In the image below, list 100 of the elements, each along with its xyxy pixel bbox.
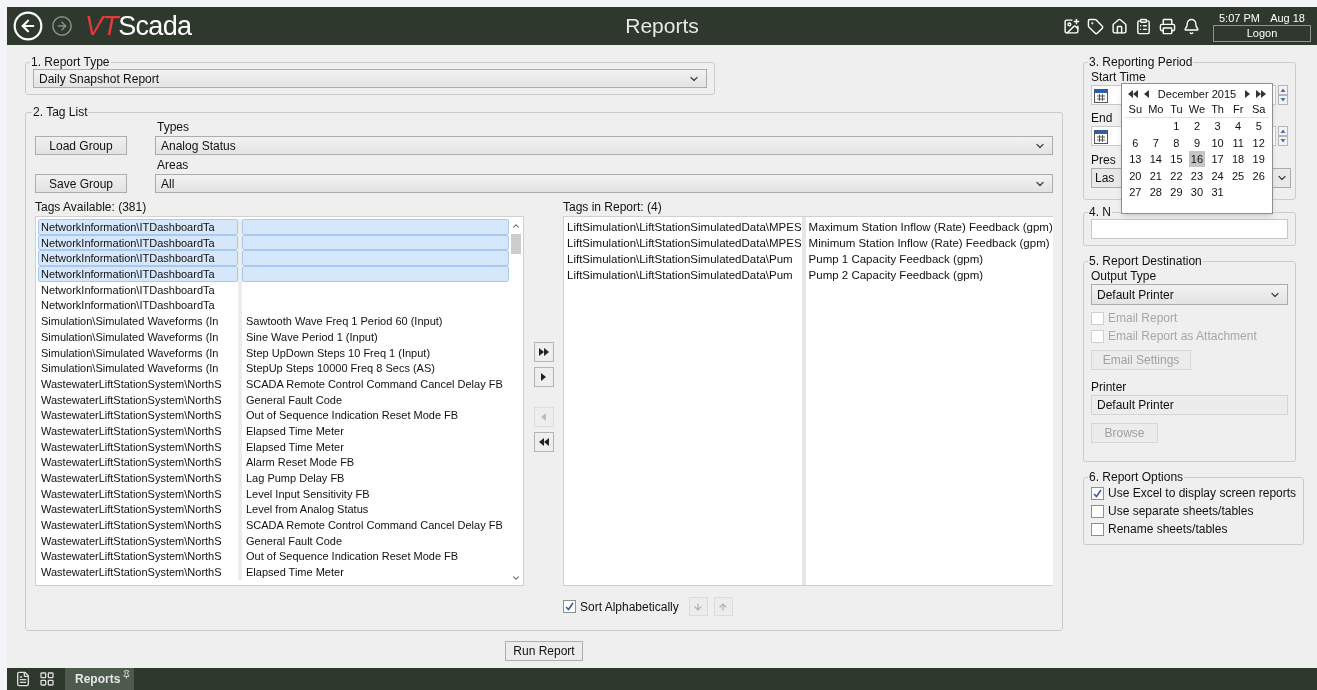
panel-title: 5. Report Destination [1088,254,1203,268]
calendar-day[interactable]: 20 [1127,167,1144,184]
table-cell[interactable]: WastewaterLiftStationSystem\NorthS [38,438,238,455]
calendar-day[interactable]: 31 [1209,184,1226,201]
table-cell[interactable]: NetworkInformation\ITDashboardTa [38,266,238,282]
table-cell[interactable]: Sawtooth Wave Freq 1 Period 60 (Input) [242,313,509,329]
table-cell[interactable]: LiftSimulation\LiftStationSimulatedData\Pum [567,268,802,284]
dropdown[interactable]: Default Printer [1091,284,1288,305]
table-cell[interactable]: SCADA Remote Control Command Cancel Delay FB [242,517,509,533]
calendar-day[interactable]: 12 [1250,134,1267,151]
logon-button[interactable]: Logon [1213,24,1311,42]
table-cell[interactable]: WastewaterLiftStationSystem\NorthS [38,532,238,549]
calendar-day[interactable]: 19 [1250,151,1267,168]
table-cell[interactable]: Lag Pump Delay FB [242,470,509,486]
calendar-day[interactable]: 14 [1147,151,1165,168]
table-cell[interactable]: WastewaterLiftStationSystem\NorthS [38,485,238,502]
field-label: Start Time [1091,69,1146,85]
calendar-day[interactable]: 6 [1127,134,1144,151]
checkbox-label: Rename sheets/tables [1108,521,1228,538]
table-cell[interactable]: WastewaterLiftStationSystem\NorthS [38,501,238,518]
calendar-day[interactable]: 26 [1250,167,1267,184]
weekday-label: Tu [1169,102,1184,117]
calendar-day[interactable]: 30 [1188,184,1206,201]
calendar-day[interactable]: 18 [1229,151,1247,168]
table-cell[interactable]: Pump 2 Capacity Feedback (gpm) [808,268,1053,284]
calendar-day[interactable]: 3 [1209,118,1226,135]
run-report-button[interactable]: Run Report [505,641,583,661]
calendar-day[interactable]: 11 [1229,134,1247,151]
table-cell[interactable]: StepUp Steps 10000 Freq 8 Secs (AS) [242,360,509,376]
table-cell[interactable]: WastewaterLiftStationSystem\NorthS [38,454,238,470]
table-cell[interactable]: Simulation\Simulated Waveforms (In [38,344,238,361]
table-cell[interactable]: Simulation\Simulated Waveforms (In [38,328,238,345]
weekday-label: Th [1210,102,1225,117]
calendar-day[interactable]: 29 [1168,184,1185,201]
panel-title: 1. Report Type [30,55,111,69]
table-cell[interactable]: Alarm Reset Mode FB [242,454,509,470]
table-cell[interactable]: Simulation\Simulated Waveforms (In [38,313,238,329]
calendar-day[interactable]: 8 [1168,134,1185,151]
taskbar-tab[interactable]: Reports [65,668,135,690]
logo: VTScada [85,12,192,40]
calendar-day[interactable]: 27 [1127,184,1144,201]
calendar-month[interactable]: December 2015 [1157,85,1237,103]
table-cell[interactable]: LiftSimulation\LiftStationSimulatedData\MPES [567,236,802,252]
calendar-day[interactable]: 17 [1209,151,1226,168]
table-cell[interactable]: SCADA Remote Control Command Cancel Delay FB [242,375,509,392]
table-cell[interactable]: NetworkInformation\ITDashboardTa [38,297,238,314]
calendar-day[interactable]: 15 [1168,151,1185,168]
table-cell[interactable]: WastewaterLiftStationSystem\NorthS [38,517,238,533]
table-cell[interactable]: WastewaterLiftStationSystem\NorthS [38,564,238,580]
calendar-day[interactable]: 21 [1147,167,1165,184]
save-group-button[interactable]: Save Group [35,174,127,193]
table-cell[interactable]: NetworkInformation\ITDashboardTa [38,281,238,298]
table-cell[interactable]: Maximum Station Inflow (Rate) Feedback (gpm) [808,220,1053,236]
load-group-button[interactable]: Load Group [35,136,127,155]
table-cell[interactable]: WastewaterLiftStationSystem\NorthS [38,375,238,392]
calendar-day[interactable]: 9 [1188,134,1206,151]
table-cell[interactable]: Out of Sequence Indication Reset Mode FB [242,548,509,565]
dropdown[interactable]: All [155,174,1053,193]
table-cell[interactable]: Elapsed Time Meter [242,438,509,455]
table-cell[interactable]: Sine Wave Period 1 (Input) [242,328,509,345]
calendar-day[interactable]: 24 [1209,167,1226,184]
dropdown[interactable]: Daily Snapshot Report [33,69,707,88]
calendar-day[interactable]: 10 [1209,134,1226,151]
calendar-day[interactable]: 13 [1127,151,1144,168]
table-cell[interactable]: NetworkInformation\ITDashboardTa [38,250,238,267]
table-cell[interactable]: WastewaterLiftStationSystem\NorthS [38,407,238,423]
calendar-day[interactable]: 28 [1147,184,1165,201]
calendar-day[interactable]: 5 [1250,118,1267,135]
table-cell[interactable]: WastewaterLiftStationSystem\NorthS [38,470,238,486]
list-heading: Tags in Report: (4) [563,199,663,215]
table-cell[interactable]: WastewaterLiftStationSystem\NorthS [38,422,238,439]
table-cell[interactable]: Simulation\Simulated Waveforms (In [38,360,238,376]
table-cell[interactable]: Pump 1 Capacity Feedback (gpm) [808,252,1053,268]
calendar-day[interactable]: 23 [1188,167,1206,184]
table-cell[interactable]: Level from Analog Status [242,501,509,518]
checkbox-label: Use Excel to display screen reports [1108,485,1297,502]
table-cell[interactable]: Elapsed Time Meter [242,564,509,580]
calendar-day[interactable]: 1 [1168,118,1185,135]
calendar-day[interactable]: 4 [1229,118,1247,135]
printer-field[interactable]: Default Printer [1091,395,1288,415]
table-cell[interactable]: WastewaterLiftStationSystem\NorthS [38,391,238,408]
table-cell[interactable]: WastewaterLiftStationSystem\NorthS [38,548,238,565]
calendar-day[interactable]: 7 [1147,134,1165,151]
calendar-day[interactable]: 25 [1229,167,1247,184]
table-cell[interactable]: NetworkInformation\ITDashboardTa [38,219,238,235]
table-cell[interactable]: General Fault Code [242,391,509,408]
table-cell[interactable]: Elapsed Time Meter [242,422,509,439]
table-cell[interactable]: Out of Sequence Indication Reset Mode FB [242,407,509,423]
panel-title: 3. Reporting Period [1088,55,1194,69]
table-cell[interactable]: General Fault Code [242,532,509,549]
calendar-day[interactable]: 22 [1168,167,1185,184]
table-cell[interactable]: LiftSimulation\LiftStationSimulatedData\Pum [567,252,802,268]
table-cell[interactable]: LiftSimulation\LiftStationSimulatedData\MPES [567,220,802,236]
table-cell[interactable]: Level Input Sensitivity FB [242,485,509,502]
calendar-day[interactable]: 16 [1188,151,1206,168]
dropdown[interactable]: Analog Status [155,136,1053,155]
calendar-day[interactable]: 2 [1188,118,1206,135]
panel-title: 4. N [1088,205,1112,219]
table-cell[interactable]: Minimum Station Inflow (Rate) Feedback (gpm) [808,236,1053,252]
table-cell[interactable]: Step UpDown Steps 10 Freq 1 (Input) [242,344,509,361]
